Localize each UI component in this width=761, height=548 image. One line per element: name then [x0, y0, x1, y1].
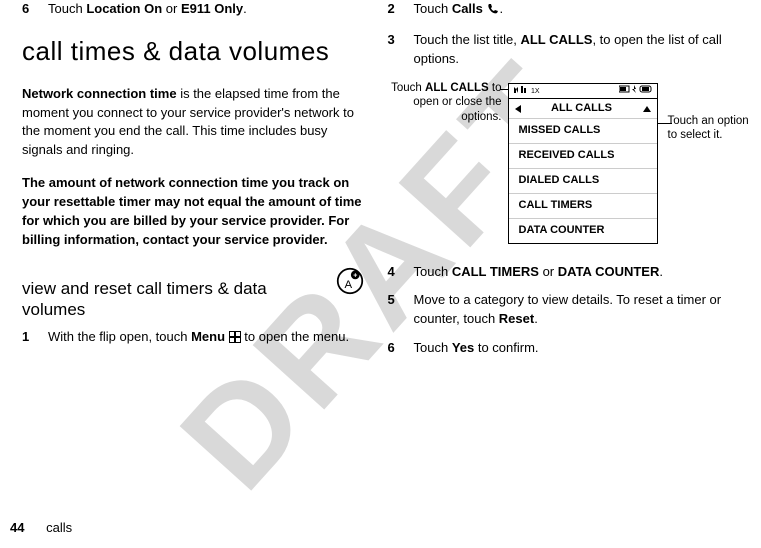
text: . — [500, 1, 504, 16]
menu-label: Menu — [191, 329, 225, 344]
up-triangle-icon — [643, 106, 651, 112]
menu-item-dialed[interactable]: DIALED CALLS — [509, 168, 657, 193]
calls-label: Calls — [452, 1, 483, 16]
step-text: Touch the list title, ALL CALLS, to open… — [414, 31, 730, 69]
text: Touch — [414, 264, 452, 279]
call-timers-label: CALL TIMERS — [452, 264, 539, 279]
text: With the flip open, touch — [48, 329, 191, 344]
data-counter-label: DATA COUNTER — [558, 264, 660, 279]
text: Touch the list title, — [414, 32, 521, 47]
menu-item-call-timers[interactable]: CALL TIMERS — [509, 193, 657, 218]
text: Touch — [391, 82, 425, 94]
step-6-confirm: 6 Touch Yes to confirm. — [388, 339, 730, 358]
text: Touch — [414, 1, 452, 16]
step-4-timers: 4 Touch CALL TIMERS or DATA COUNTER. — [388, 263, 730, 282]
phone-menu-illustration: Touch ALL CALLS to open or close the opt… — [388, 79, 730, 249]
phone-menu-title-row[interactable]: ALL CALLS — [509, 98, 657, 119]
phone-handset-icon — [487, 2, 500, 21]
phone-menu-title: ALL CALLS — [551, 101, 612, 117]
paragraph-network-time: Network connection time is the elapsed t… — [22, 85, 364, 160]
reset-label: Reset — [499, 311, 534, 326]
subheading-row: view and reset call timers & data volume… — [22, 263, 364, 328]
step-text: Move to a category to view details. To r… — [414, 291, 730, 329]
phone-status-bar: 1X — [509, 84, 657, 98]
step-1-menu: 1 With the flip open, touch Menu to open… — [22, 328, 364, 349]
left-column: 6 Touch Location On or E911 Only. call t… — [10, 0, 376, 548]
menu-grid-icon — [229, 330, 241, 349]
leader-line-right — [658, 123, 672, 124]
text: . — [534, 311, 538, 326]
option-location-on: Location On — [86, 1, 162, 16]
text: . — [243, 1, 247, 16]
phone-screen: 1X ALL CALLS MIS — [508, 83, 658, 245]
text: Move to a category to view details. To r… — [414, 292, 722, 326]
yes-label: Yes — [452, 340, 474, 355]
step-number: 6 — [22, 0, 48, 19]
right-column: 2 Touch Calls . 3 Touch the list title, … — [376, 0, 742, 548]
callout-all-calls: Touch ALL CALLS to open or close the opt… — [384, 81, 502, 126]
menu-item-data-counter[interactable]: DATA COUNTER — [509, 218, 657, 243]
step-5-reset: 5 Move to a category to view details. To… — [388, 291, 730, 329]
step-text: Touch Calls . — [414, 0, 730, 21]
page-content: 6 Touch Location On or E911 Only. call t… — [0, 0, 761, 548]
step-number: 4 — [388, 263, 414, 282]
all-calls-label: ALL CALLS — [520, 32, 592, 47]
text: or — [162, 1, 181, 16]
permission-icon: + A — [336, 267, 364, 295]
svg-text:1X: 1X — [531, 88, 540, 94]
callout-bold: ALL CALLS — [425, 82, 489, 94]
callout-option: Touch an option to select it. — [668, 114, 760, 144]
svg-text:A: A — [344, 279, 352, 291]
text: Touch — [48, 1, 86, 16]
step-2-calls: 2 Touch Calls . — [388, 0, 730, 21]
text: Touch — [414, 340, 452, 355]
back-triangle-icon — [515, 105, 521, 113]
signal-icon: 1X — [513, 84, 541, 98]
battery-icons — [619, 84, 653, 98]
heading-call-times: call times & data volumes — [22, 37, 364, 67]
step-number: 6 — [388, 339, 414, 358]
step-number: 1 — [22, 328, 48, 349]
step-number: 2 — [388, 0, 414, 21]
paragraph-billing-note: The amount of network connection time yo… — [22, 174, 364, 249]
text: to confirm. — [474, 340, 538, 355]
option-e911-only: E911 Only — [181, 1, 243, 16]
text: or — [539, 264, 558, 279]
step-3-all-calls: 3 Touch the list title, ALL CALLS, to op… — [388, 31, 730, 69]
step-text: Touch Yes to confirm. — [414, 339, 730, 358]
menu-item-missed[interactable]: MISSED CALLS — [509, 118, 657, 143]
step-number: 3 — [388, 31, 414, 69]
menu-item-received[interactable]: RECEIVED CALLS — [509, 143, 657, 168]
subheading-view-reset: view and reset call timers & data volume… — [22, 279, 330, 320]
lead-bold: Network connection time — [22, 86, 177, 101]
step-6-location: 6 Touch Location On or E911 Only. — [22, 0, 364, 19]
step-text: With the flip open, touch Menu to open t… — [48, 328, 364, 349]
text: . — [659, 264, 663, 279]
step-text: Touch Location On or E911 Only. — [48, 0, 364, 19]
svg-text:+: + — [353, 273, 357, 280]
step-text: Touch CALL TIMERS or DATA COUNTER. — [414, 263, 730, 282]
text: to open the menu. — [241, 329, 349, 344]
step-number: 5 — [388, 291, 414, 329]
